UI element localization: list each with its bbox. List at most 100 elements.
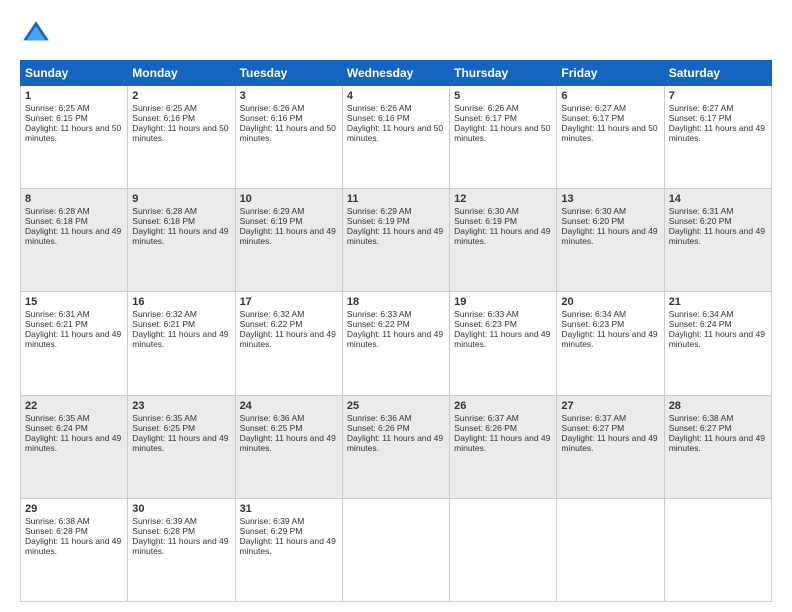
sunrise-label: Sunrise: 6:34 AM xyxy=(669,309,734,319)
sunrise-label: Sunrise: 6:33 AM xyxy=(454,309,519,319)
weekday-header-row: SundayMondayTuesdayWednesdayThursdayFrid… xyxy=(21,61,772,86)
daylight-label: Daylight: 11 hours and 49 minutes. xyxy=(347,329,443,349)
day-number: 12 xyxy=(454,193,552,205)
sunrise-label: Sunrise: 6:36 AM xyxy=(347,413,412,423)
sunrise-label: Sunrise: 6:25 AM xyxy=(132,103,197,113)
day-number: 15 xyxy=(25,296,123,308)
day-number: 26 xyxy=(454,400,552,412)
sunrise-label: Sunrise: 6:29 AM xyxy=(347,206,412,216)
calendar-cell: 1Sunrise: 6:25 AMSunset: 6:15 PMDaylight… xyxy=(21,86,128,189)
sunset-label: Sunset: 6:19 PM xyxy=(454,216,517,226)
day-number: 29 xyxy=(25,503,123,515)
sunrise-label: Sunrise: 6:27 AM xyxy=(669,103,734,113)
daylight-label: Daylight: 11 hours and 49 minutes. xyxy=(561,226,657,246)
daylight-label: Daylight: 11 hours and 49 minutes. xyxy=(240,536,336,556)
sunset-label: Sunset: 6:21 PM xyxy=(25,319,88,329)
day-number: 3 xyxy=(240,90,338,102)
calendar-cell: 7Sunrise: 6:27 AMSunset: 6:17 PMDaylight… xyxy=(664,86,771,189)
daylight-label: Daylight: 11 hours and 49 minutes. xyxy=(25,329,121,349)
weekday-sunday: Sunday xyxy=(21,61,128,86)
calendar-cell: 2Sunrise: 6:25 AMSunset: 6:16 PMDaylight… xyxy=(128,86,235,189)
calendar-cell: 22Sunrise: 6:35 AMSunset: 6:24 PMDayligh… xyxy=(21,395,128,498)
weekday-thursday: Thursday xyxy=(450,61,557,86)
daylight-label: Daylight: 11 hours and 50 minutes. xyxy=(25,123,121,143)
sunrise-label: Sunrise: 6:37 AM xyxy=(561,413,626,423)
day-number: 17 xyxy=(240,296,338,308)
sunset-label: Sunset: 6:29 PM xyxy=(240,526,303,536)
sunset-label: Sunset: 6:15 PM xyxy=(25,113,88,123)
daylight-label: Daylight: 11 hours and 50 minutes. xyxy=(347,123,443,143)
sunrise-label: Sunrise: 6:39 AM xyxy=(240,516,305,526)
sunrise-label: Sunrise: 6:35 AM xyxy=(25,413,90,423)
sunrise-label: Sunrise: 6:30 AM xyxy=(561,206,626,216)
calendar-cell: 10Sunrise: 6:29 AMSunset: 6:19 PMDayligh… xyxy=(235,189,342,292)
sunrise-label: Sunrise: 6:38 AM xyxy=(669,413,734,423)
sunrise-label: Sunrise: 6:25 AM xyxy=(25,103,90,113)
day-number: 28 xyxy=(669,400,767,412)
calendar-cell: 17Sunrise: 6:32 AMSunset: 6:22 PMDayligh… xyxy=(235,292,342,395)
daylight-label: Daylight: 11 hours and 49 minutes. xyxy=(561,329,657,349)
day-number: 16 xyxy=(132,296,230,308)
sunset-label: Sunset: 6:25 PM xyxy=(132,423,195,433)
daylight-label: Daylight: 11 hours and 49 minutes. xyxy=(347,433,443,453)
week-row-3: 15Sunrise: 6:31 AMSunset: 6:21 PMDayligh… xyxy=(21,292,772,395)
calendar-cell: 30Sunrise: 6:39 AMSunset: 6:28 PMDayligh… xyxy=(128,498,235,601)
calendar-cell: 21Sunrise: 6:34 AMSunset: 6:24 PMDayligh… xyxy=(664,292,771,395)
calendar-cell: 14Sunrise: 6:31 AMSunset: 6:20 PMDayligh… xyxy=(664,189,771,292)
calendar-table: SundayMondayTuesdayWednesdayThursdayFrid… xyxy=(20,60,772,602)
daylight-label: Daylight: 11 hours and 49 minutes. xyxy=(25,433,121,453)
weekday-friday: Friday xyxy=(557,61,664,86)
sunrise-label: Sunrise: 6:32 AM xyxy=(240,309,305,319)
sunset-label: Sunset: 6:20 PM xyxy=(669,216,732,226)
calendar-cell: 26Sunrise: 6:37 AMSunset: 6:26 PMDayligh… xyxy=(450,395,557,498)
sunrise-label: Sunrise: 6:29 AM xyxy=(240,206,305,216)
week-row-5: 29Sunrise: 6:38 AMSunset: 6:28 PMDayligh… xyxy=(21,498,772,601)
calendar-cell: 4Sunrise: 6:26 AMSunset: 6:16 PMDaylight… xyxy=(342,86,449,189)
calendar-cell: 29Sunrise: 6:38 AMSunset: 6:28 PMDayligh… xyxy=(21,498,128,601)
sunrise-label: Sunrise: 6:26 AM xyxy=(347,103,412,113)
daylight-label: Daylight: 11 hours and 50 minutes. xyxy=(454,123,550,143)
day-number: 4 xyxy=(347,90,445,102)
sunset-label: Sunset: 6:18 PM xyxy=(132,216,195,226)
daylight-label: Daylight: 11 hours and 49 minutes. xyxy=(132,433,228,453)
day-number: 24 xyxy=(240,400,338,412)
calendar-cell: 16Sunrise: 6:32 AMSunset: 6:21 PMDayligh… xyxy=(128,292,235,395)
day-number: 18 xyxy=(347,296,445,308)
daylight-label: Daylight: 11 hours and 49 minutes. xyxy=(132,329,228,349)
sunrise-label: Sunrise: 6:33 AM xyxy=(347,309,412,319)
day-number: 19 xyxy=(454,296,552,308)
sunset-label: Sunset: 6:24 PM xyxy=(669,319,732,329)
calendar-cell: 31Sunrise: 6:39 AMSunset: 6:29 PMDayligh… xyxy=(235,498,342,601)
sunrise-label: Sunrise: 6:26 AM xyxy=(240,103,305,113)
day-number: 2 xyxy=(132,90,230,102)
calendar-cell: 5Sunrise: 6:26 AMSunset: 6:17 PMDaylight… xyxy=(450,86,557,189)
day-number: 10 xyxy=(240,193,338,205)
sunrise-label: Sunrise: 6:36 AM xyxy=(240,413,305,423)
sunrise-label: Sunrise: 6:27 AM xyxy=(561,103,626,113)
daylight-label: Daylight: 11 hours and 49 minutes. xyxy=(25,536,121,556)
day-number: 22 xyxy=(25,400,123,412)
calendar-cell: 24Sunrise: 6:36 AMSunset: 6:25 PMDayligh… xyxy=(235,395,342,498)
sunset-label: Sunset: 6:22 PM xyxy=(240,319,303,329)
sunset-label: Sunset: 6:21 PM xyxy=(132,319,195,329)
day-number: 11 xyxy=(347,193,445,205)
sunset-label: Sunset: 6:23 PM xyxy=(561,319,624,329)
sunset-label: Sunset: 6:16 PM xyxy=(240,113,303,123)
sunset-label: Sunset: 6:22 PM xyxy=(347,319,410,329)
day-number: 14 xyxy=(669,193,767,205)
day-number: 21 xyxy=(669,296,767,308)
daylight-label: Daylight: 11 hours and 49 minutes. xyxy=(240,329,336,349)
sunset-label: Sunset: 6:16 PM xyxy=(347,113,410,123)
daylight-label: Daylight: 11 hours and 49 minutes. xyxy=(240,226,336,246)
calendar-cell: 20Sunrise: 6:34 AMSunset: 6:23 PMDayligh… xyxy=(557,292,664,395)
calendar-cell: 3Sunrise: 6:26 AMSunset: 6:16 PMDaylight… xyxy=(235,86,342,189)
day-number: 27 xyxy=(561,400,659,412)
sunrise-label: Sunrise: 6:28 AM xyxy=(132,206,197,216)
calendar-cell: 28Sunrise: 6:38 AMSunset: 6:27 PMDayligh… xyxy=(664,395,771,498)
calendar-cell: 18Sunrise: 6:33 AMSunset: 6:22 PMDayligh… xyxy=(342,292,449,395)
daylight-label: Daylight: 11 hours and 49 minutes. xyxy=(240,433,336,453)
daylight-label: Daylight: 11 hours and 49 minutes. xyxy=(669,329,765,349)
calendar-cell: 6Sunrise: 6:27 AMSunset: 6:17 PMDaylight… xyxy=(557,86,664,189)
sunrise-label: Sunrise: 6:39 AM xyxy=(132,516,197,526)
daylight-label: Daylight: 11 hours and 49 minutes. xyxy=(25,226,121,246)
